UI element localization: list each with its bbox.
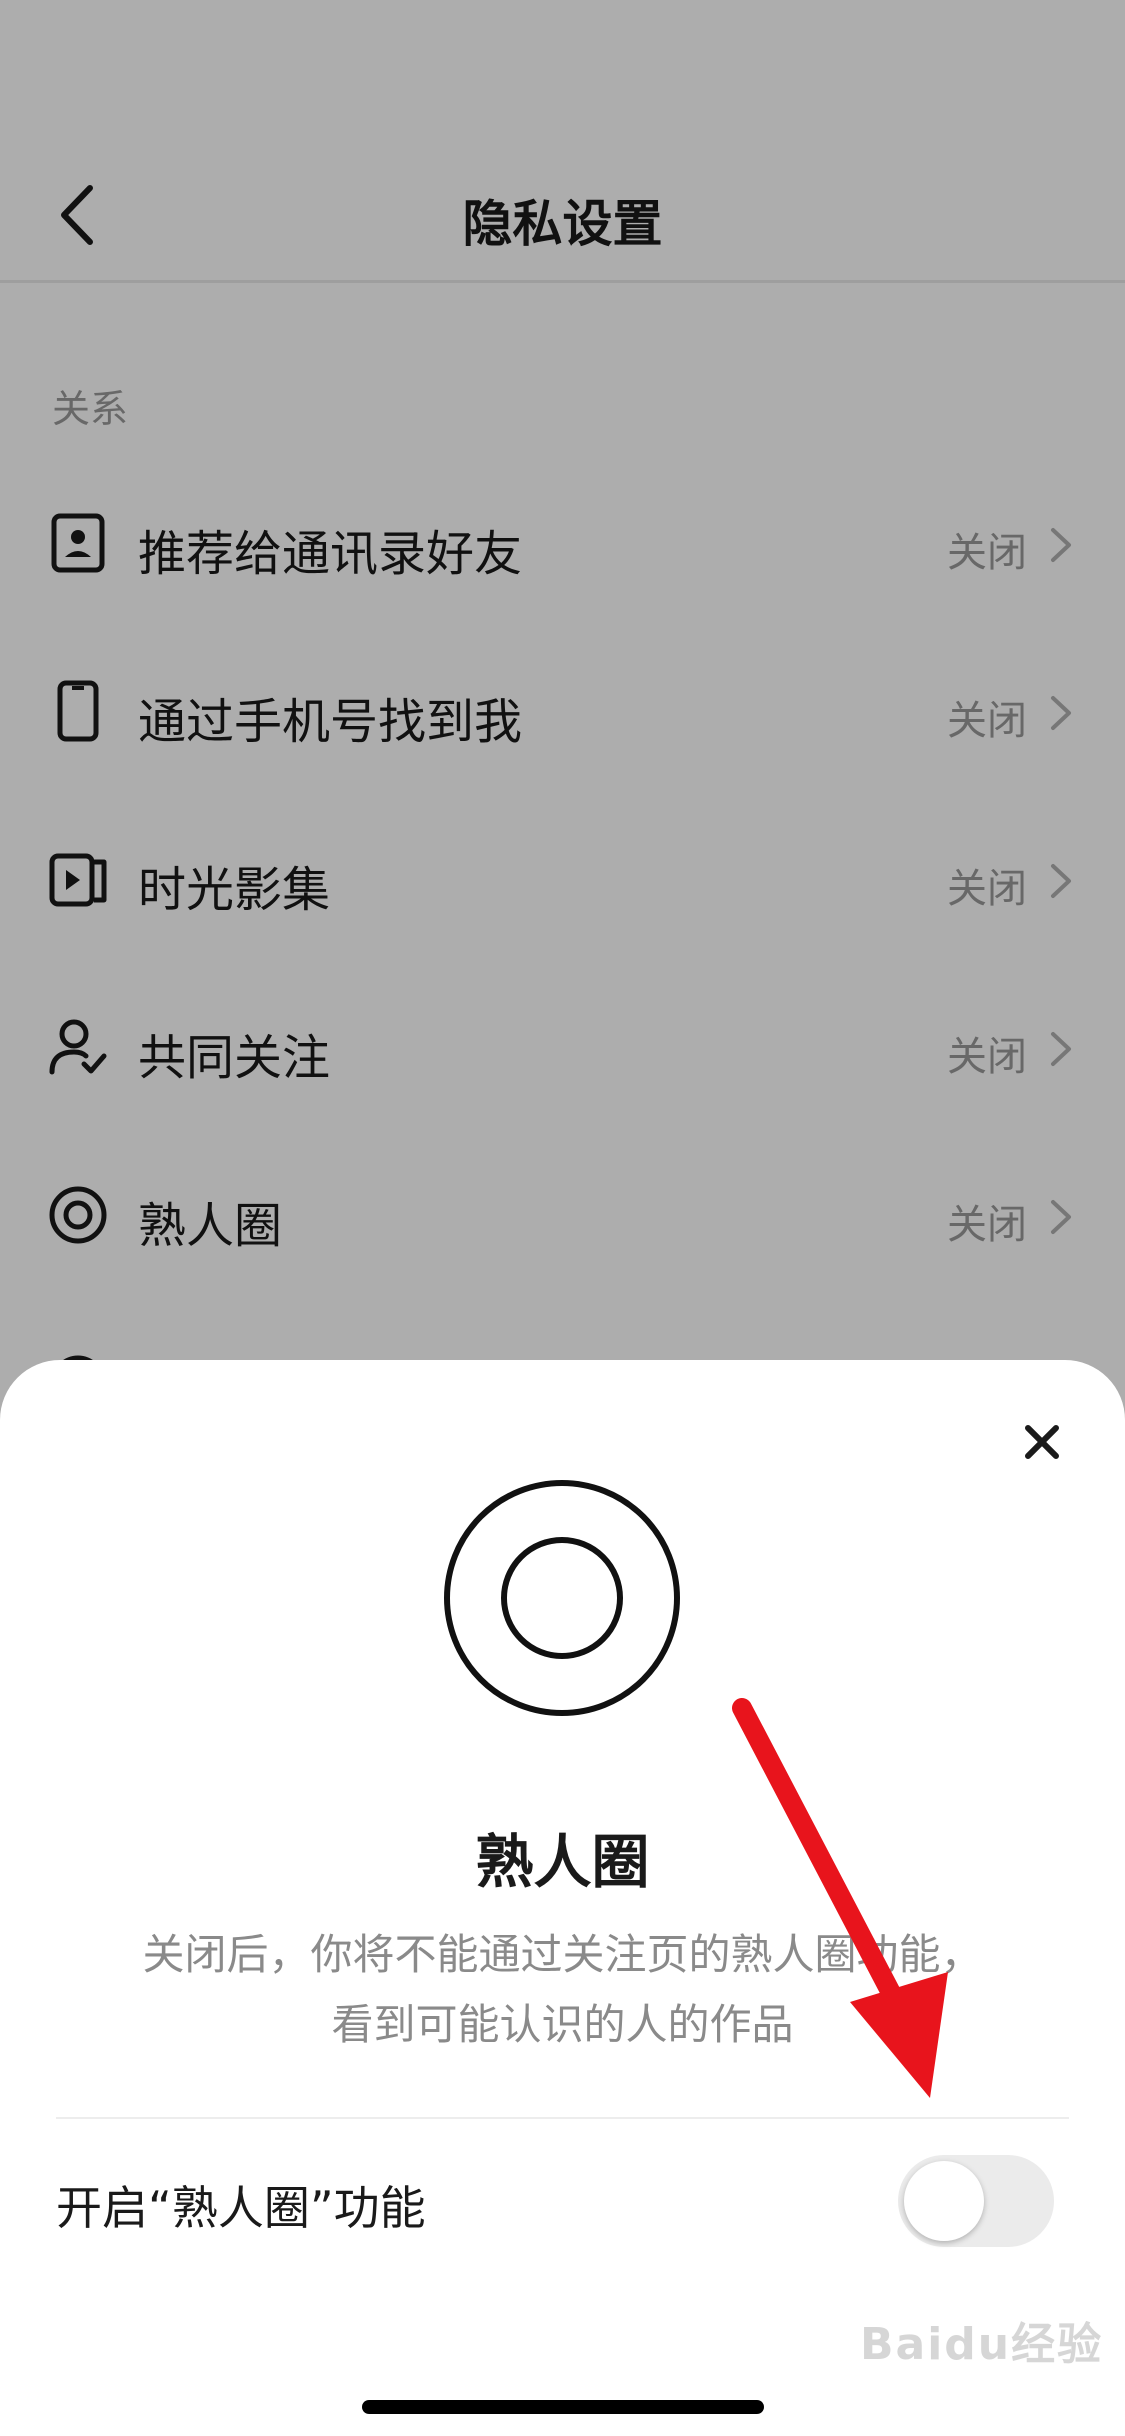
acquaintance-circle-icon [444,1480,680,1716]
divider [56,2117,1069,2119]
sheet-description: 关闭后，你将不能通过关注页的熟人圈功能，看到可能认识的人的作品 [142,1930,983,2049]
acquaintance-circle-toggle[interactable] [898,2155,1054,2247]
bottom-sheet: 熟人圈 关闭后，你将不能通过关注页的熟人圈功能，看到可能认识的人的作品 开启“熟… [0,1360,1125,2436]
home-indicator [362,2400,764,2414]
baidu-watermark: Baidu经验 [860,2319,1104,2370]
close-icon[interactable] [1020,1420,1064,1464]
toggle-knob [904,2161,984,2241]
toggle-label: 开启“熟人圈”功能 [56,2181,426,2235]
privacy-settings-screen: 2:43 5G 隐私设置 关系 推荐给通讯录好友 关闭 通过手机号找到我 关闭 … [0,0,1125,2436]
sheet-title: 熟人圈 [475,1828,650,1896]
